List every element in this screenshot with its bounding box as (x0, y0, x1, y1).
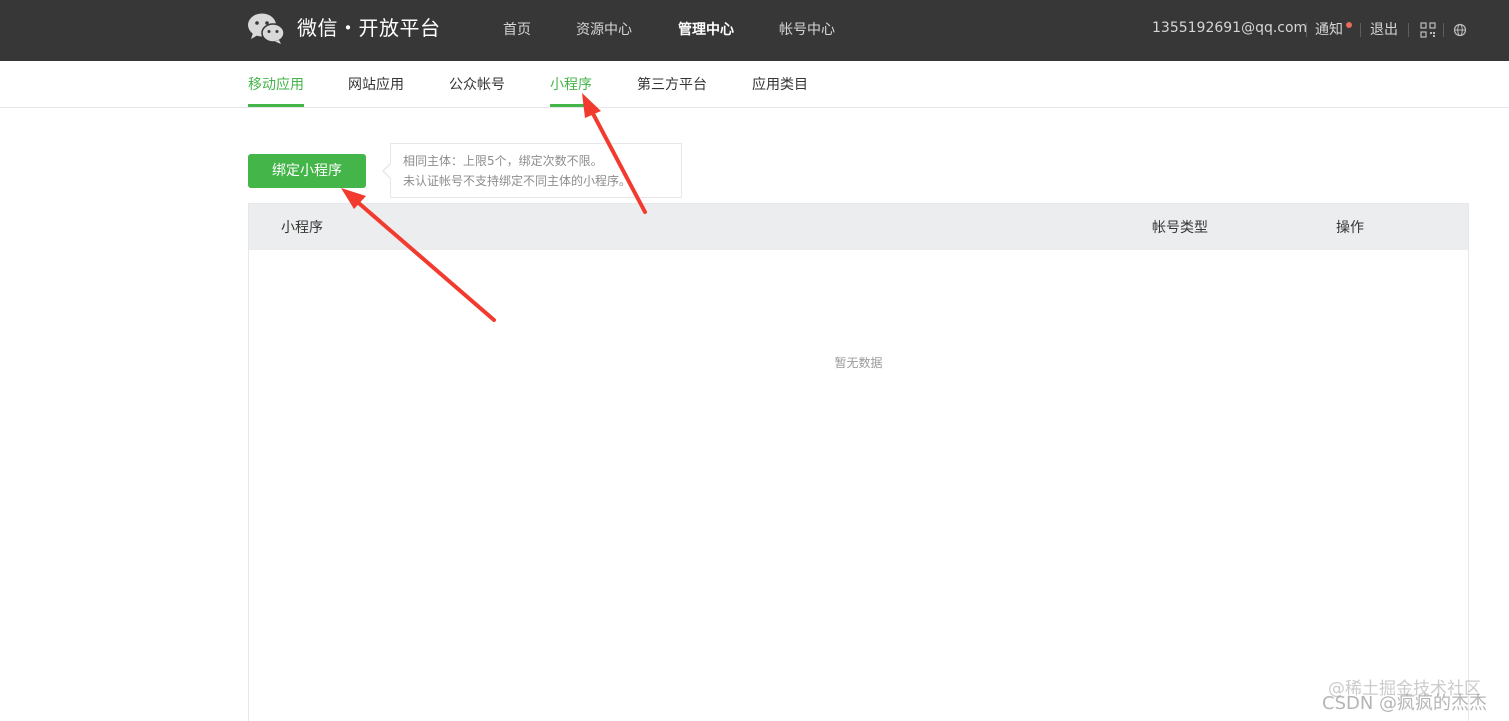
top-header: 微信・开放平台 首页 资源中心 管理中心 帐号中心 1355192691@qq.… (0, 0, 1509, 61)
header-divider (1408, 23, 1409, 37)
subnav-app-category[interactable]: 应用类目 (752, 75, 808, 95)
empty-state-text: 暂无数据 (834, 356, 883, 370)
active-tab-underline (248, 104, 304, 107)
nav-management-center[interactable]: 管理中心 (678, 20, 734, 40)
nav-resource-center[interactable]: 资源中心 (576, 20, 632, 40)
header-divider (1443, 23, 1444, 37)
column-header-account-type: 帐号类型 (1152, 220, 1208, 236)
nav-home[interactable]: 首页 (503, 20, 531, 40)
header-divider (1360, 23, 1361, 37)
nav-account-center[interactable]: 帐号中心 (779, 20, 835, 40)
hover-tab-underline (550, 104, 592, 107)
column-header-operation: 操作 (1336, 220, 1364, 236)
table-header: 小程序 帐号类型 操作 (249, 204, 1468, 250)
qrcode-icon[interactable] (1420, 22, 1436, 38)
tip-pointer-inner (384, 164, 391, 178)
globe-icon[interactable] (1452, 22, 1468, 38)
notify-link[interactable]: 通知 (1315, 20, 1343, 40)
subnav-mobile-app[interactable]: 移动应用 (248, 75, 304, 95)
header-divider (1306, 23, 1307, 37)
subnav-official-account[interactable]: 公众帐号 (449, 75, 505, 95)
bind-mini-program-button[interactable]: 绑定小程序 (248, 154, 366, 188)
subnav-mini-program[interactable]: 小程序 (550, 75, 592, 95)
mini-program-table: 小程序 帐号类型 操作 暂无数据 (248, 203, 1469, 721)
wechat-logo-icon[interactable] (247, 12, 285, 44)
subnav-website-app[interactable]: 网站应用 (348, 75, 404, 95)
logo-text: 微信・开放平台 (297, 16, 441, 40)
sub-navigation: 移动应用 网站应用 公众帐号 小程序 第三方平台 应用类目 (0, 61, 1509, 108)
notification-badge (1346, 22, 1352, 28)
bind-tip-box: 相同主体：上限5个，绑定次数不限。 未认证帐号不支持绑定不同主体的小程序。 (390, 143, 682, 198)
column-header-mini-program: 小程序 (281, 220, 323, 236)
account-email[interactable]: 1355192691@qq.com (1152, 18, 1307, 38)
tip-line: 相同主体：上限5个，绑定次数不限。 (403, 154, 603, 168)
subnav-third-party-platform[interactable]: 第三方平台 (637, 75, 707, 95)
logout-link[interactable]: 退出 (1370, 20, 1398, 40)
watermark-csdn: CSDN @疯疯的杰杰 (1322, 693, 1488, 714)
tip-line: 未认证帐号不支持绑定不同主体的小程序。 (403, 174, 632, 188)
